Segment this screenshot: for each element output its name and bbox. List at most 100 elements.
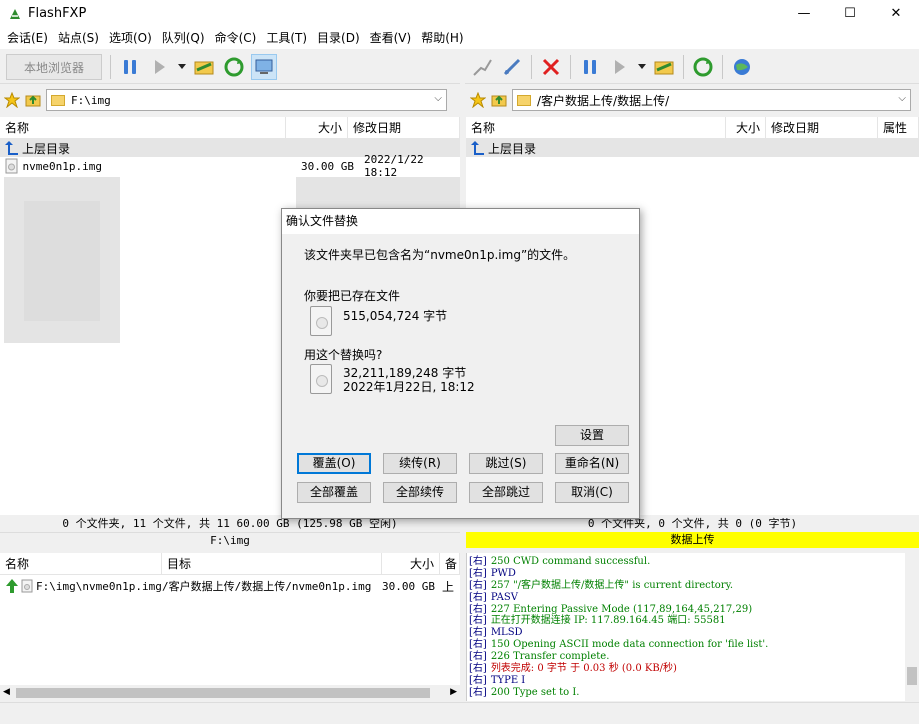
column-name-header[interactable]: 名称 (466, 116, 726, 139)
column-date-header[interactable]: 修改日期 (348, 116, 460, 139)
local-browser-button[interactable]: 本地浏览器 (6, 53, 102, 80)
existing-file-size: 515,054,724 字节 (343, 309, 448, 323)
queue-hscrollbar[interactable]: ◀ ▶ (0, 685, 460, 701)
log-line: [右] 250 CWD command successful. (469, 556, 919, 568)
column-size-header[interactable]: 大小 (726, 116, 766, 139)
scroll-thumb[interactable] (16, 688, 430, 698)
transfer-button[interactable] (147, 54, 173, 80)
right-toolbar (465, 50, 919, 84)
overwrite-all-button[interactable]: 全部覆盖 (297, 482, 371, 503)
app-logo-icon (10, 8, 20, 19)
favorite-star-icon[interactable] (469, 91, 487, 109)
log-text: 200 Type set to I. (490, 686, 580, 698)
menu-directory[interactable]: 目录(D) (312, 28, 365, 48)
column-size-header[interactable]: 大小 (286, 116, 348, 139)
up-arrow-icon (5, 141, 18, 155)
favorite-star-icon[interactable] (3, 91, 21, 109)
right-transfer-button[interactable] (607, 54, 633, 80)
log-tag: [右] (469, 663, 487, 675)
file-size: 30.00 GB (301, 159, 354, 173)
right-path-combobox[interactable]: /客户数据上传/数据上传/ ⌵ (512, 89, 911, 111)
menu-help[interactable]: 帮助(H) (416, 28, 468, 48)
chevron-down-icon (178, 63, 186, 69)
plug-icon (503, 58, 521, 75)
compare-button[interactable] (191, 54, 217, 80)
queue-target-header[interactable]: 目标 (162, 552, 382, 575)
close-button[interactable]: ✕ (873, 0, 919, 27)
scroll-thumb[interactable] (907, 667, 917, 685)
menu-queue[interactable]: 队列(Q) (157, 28, 210, 48)
maximize-button[interactable]: ☐ (827, 0, 873, 27)
menu-sites[interactable]: 站点(S) (53, 28, 104, 48)
overwrite-button[interactable]: 覆盖(O) (297, 453, 371, 474)
queue-name-header[interactable]: 名称 (0, 552, 162, 575)
minimize-button[interactable]: — (781, 0, 827, 27)
site-manager-button[interactable] (729, 54, 755, 80)
skip-all-button[interactable]: 全部跳过 (469, 482, 543, 503)
transfer-dropdown[interactable] (177, 54, 187, 80)
right-pause-button[interactable] (577, 54, 603, 80)
rename-button[interactable]: 重命名(N) (555, 453, 629, 474)
parent-directory-row[interactable]: 上层目录 (466, 139, 919, 157)
menu-view[interactable]: 查看(V) (365, 28, 417, 48)
right-transfer-dropdown[interactable] (637, 54, 647, 80)
log-text: 257 "/客户数据上传/数据上传" is current directory. (490, 579, 734, 591)
settings-button[interactable]: 设置 (555, 425, 629, 446)
play-icon (155, 59, 165, 74)
refresh-button[interactable] (221, 54, 247, 80)
column-attr-header[interactable]: 属性 (878, 116, 919, 139)
log-text: 227 Entering Passive Mode (117,89,164,45… (490, 603, 753, 615)
confirm-replace-dialog: 确认文件替换 该文件夹早已包含名为“nvme0n1p.img”的文件。 你要把已… (281, 208, 640, 519)
log-line: [右] MLSD (469, 627, 919, 639)
log-scrollbar[interactable] (905, 553, 919, 701)
log-line: [右] PWD (469, 568, 919, 580)
left-path-combobox[interactable]: F:\img ⌵ (46, 89, 447, 111)
log-line: [右] 257 "/客户数据上传/数据上传" is current directo… (469, 580, 919, 592)
file-row[interactable]: nvme0n1p.img 30.00 GB 2022/1/22 18:12 (0, 153, 460, 179)
log-tag: [右] (469, 615, 487, 627)
queue-note-header[interactable]: 备 (440, 552, 460, 575)
disk-image-file-icon (5, 158, 18, 174)
transfer-queue[interactable]: 名称 目标 大小 备 F:\img\nvme0n1p.img /客户数据上传/数… (0, 552, 460, 701)
pause-button[interactable] (117, 54, 143, 80)
resume-all-button[interactable]: 全部续传 (383, 482, 457, 503)
session-log[interactable]: [右] 250 CWD command successful. [右] PWD [右] 2… (466, 553, 919, 701)
column-name-header[interactable]: 名称 (0, 116, 286, 139)
menu-options[interactable]: 选项(O) (104, 28, 157, 48)
log-tag: [右] (469, 567, 487, 579)
column-date-header[interactable]: 修改日期 (766, 116, 878, 139)
menu-tools[interactable]: 工具(T) (261, 28, 312, 48)
quick-connect-button[interactable] (499, 54, 525, 80)
chevron-down-icon[interactable]: ⌵ (434, 93, 442, 104)
queue-row[interactable]: F:\img\nvme0n1p.img /客户数据上传/数据上传/nvme0n1… (0, 575, 460, 597)
window-title: FlashFXP (28, 6, 87, 21)
upload-arrow-icon (6, 579, 18, 593)
refresh-icon (224, 57, 244, 76)
chevron-down-icon[interactable]: ⌵ (898, 93, 906, 104)
log-tag: [右] (469, 639, 487, 651)
log-text: TYPE I (490, 674, 526, 686)
menu-session[interactable]: 会话(E) (2, 28, 53, 48)
disconnect-button[interactable] (538, 54, 564, 80)
queue-size-header[interactable]: 大小 (382, 552, 440, 575)
log-line: [右] 200 Type set to I. (469, 687, 919, 699)
log-line: [右] PASV (469, 592, 919, 604)
scroll-right-icon[interactable]: ▶ (450, 687, 457, 697)
cancel-button[interactable]: 取消(C) (555, 482, 629, 503)
log-tag: [右] (469, 627, 487, 639)
right-compare-button[interactable] (651, 54, 677, 80)
new-file-date: 2022年1月22日, 18:12 (343, 380, 475, 394)
skip-button[interactable]: 跳过(S) (469, 453, 543, 474)
resume-button[interactable]: 续传(R) (383, 453, 457, 474)
right-refresh-button[interactable] (690, 54, 716, 80)
parent-folder-icon[interactable] (490, 91, 508, 109)
parent-folder-icon[interactable] (24, 91, 42, 109)
file-name: nvme0n1p.img (22, 159, 103, 173)
local-view-button[interactable] (251, 53, 277, 80)
log-tag: [右] (469, 579, 487, 591)
scroll-left-icon[interactable]: ◀ (3, 687, 10, 697)
right-path-value: /客户数据上传/数据上传/ (537, 93, 670, 108)
log-text: PWD (490, 567, 516, 579)
menu-commands[interactable]: 命令(C) (210, 28, 262, 48)
connect-button[interactable] (469, 54, 495, 80)
